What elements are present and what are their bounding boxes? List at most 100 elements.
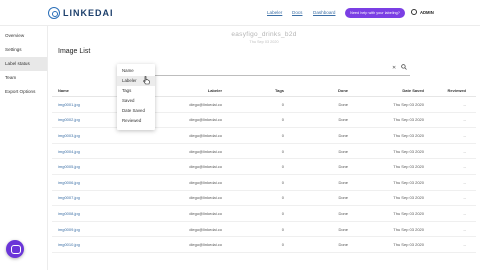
table-row[interactable]: img0010.jpg diego@linkedai.co 0 Done Thu Sep… bbox=[52, 237, 476, 253]
date-saved-cell: Thu Sep 03 2020 bbox=[393, 179, 424, 185]
tags-cell: 0 bbox=[281, 179, 284, 185]
hand-cursor-icon bbox=[143, 76, 150, 85]
image-name-link[interactable]: img0007.jpg bbox=[52, 195, 132, 200]
done-cell: Done bbox=[338, 195, 348, 201]
top-bar: LINKEDAI Labeler Docs Dashboard Need hel… bbox=[0, 0, 480, 26]
sidebar-item-label-status[interactable]: Label status bbox=[0, 57, 47, 71]
labeler-cell: diego@linkedai.co bbox=[189, 210, 222, 216]
table-row[interactable]: img0005.jpg diego@linkedai.co 0 Done Thu Sep… bbox=[52, 159, 476, 175]
labeler-cell: diego@linkedai.co bbox=[189, 164, 222, 170]
table-row[interactable]: img0001.jpg diego@linkedai.co 0 Done Thu Sep… bbox=[52, 97, 476, 113]
dropdown-option-tags[interactable]: Tags bbox=[117, 86, 155, 96]
image-name-link[interactable]: img0010.jpg bbox=[52, 242, 132, 247]
date-saved-cell: Thu Sep 03 2020 bbox=[393, 164, 424, 170]
done-cell: Done bbox=[338, 242, 348, 248]
tags-cell: 0 bbox=[281, 164, 284, 170]
sidebar-item-settings[interactable]: Settings bbox=[0, 43, 47, 57]
dataset-date: Thu Sep 03 2020 bbox=[249, 40, 279, 44]
image-name-link[interactable]: img0003.jpg bbox=[52, 133, 132, 138]
labeler-cell: diego@linkedai.co bbox=[189, 179, 222, 185]
table-row[interactable]: img0004.jpg diego@linkedai.co 0 Done Thu Sep… bbox=[52, 144, 476, 160]
tags-cell: 0 bbox=[281, 195, 284, 201]
user-name: ADMIN bbox=[420, 9, 434, 15]
search-icon[interactable] bbox=[401, 64, 407, 70]
done-cell: Done bbox=[338, 179, 348, 185]
done-cell: Done bbox=[338, 210, 348, 216]
image-name-link[interactable]: img0008.jpg bbox=[52, 211, 132, 216]
nav-dashboard-link[interactable]: Dashboard bbox=[313, 10, 335, 15]
dropdown-option-name[interactable]: Name bbox=[117, 66, 155, 76]
nav-docs-link[interactable]: Docs bbox=[292, 10, 302, 15]
date-saved-cell: Thu Sep 03 2020 bbox=[393, 101, 424, 107]
image-name-link[interactable]: img0009.jpg bbox=[52, 227, 132, 232]
labeler-cell: diego@linkedai.co bbox=[189, 148, 222, 154]
reviewed-cell: -- bbox=[463, 164, 466, 170]
reviewed-cell: -- bbox=[463, 195, 466, 201]
date-saved-cell: Thu Sep 03 2020 bbox=[393, 226, 424, 232]
tags-cell: 0 bbox=[281, 132, 284, 138]
filter-field-dropdown: Name Labeler Tags Saved Date Saved Revie… bbox=[117, 64, 155, 130]
image-name-link[interactable]: img0004.jpg bbox=[52, 149, 132, 154]
linkedai-logo-icon bbox=[48, 7, 60, 19]
dropdown-option-saved[interactable]: Saved bbox=[117, 96, 155, 106]
tags-cell: 0 bbox=[281, 101, 284, 107]
filter-input[interactable] bbox=[117, 75, 410, 76]
tags-cell: 0 bbox=[281, 117, 284, 123]
date-saved-cell: Thu Sep 03 2020 bbox=[393, 242, 424, 248]
user-menu[interactable]: ADMIN bbox=[411, 9, 434, 15]
dropdown-option-reviewed[interactable]: Reviewed bbox=[117, 116, 155, 126]
column-header-done[interactable]: Done bbox=[284, 88, 348, 93]
date-saved-cell: Thu Sep 03 2020 bbox=[393, 195, 424, 201]
tags-cell: 0 bbox=[281, 210, 284, 216]
page-title: Image List bbox=[58, 48, 91, 55]
table-row[interactable]: img0003.jpg diego@linkedai.co 0 Done Thu Sep… bbox=[52, 128, 476, 144]
logo-text: LINKEDAI bbox=[63, 8, 114, 18]
reviewed-cell: -- bbox=[463, 242, 466, 248]
chat-icon[interactable] bbox=[6, 240, 24, 258]
column-header-date-saved[interactable]: Date Saved bbox=[348, 88, 424, 93]
help-button[interactable]: Need help with your labeling? bbox=[345, 8, 405, 18]
date-saved-cell: Thu Sep 03 2020 bbox=[393, 117, 424, 123]
tags-cell: 0 bbox=[281, 148, 284, 154]
date-saved-cell: Thu Sep 03 2020 bbox=[393, 132, 424, 138]
reviewed-cell: -- bbox=[463, 148, 466, 154]
labeler-cell: diego@linkedai.co bbox=[189, 132, 222, 138]
reviewed-cell: -- bbox=[463, 179, 466, 185]
done-cell: Done bbox=[338, 101, 348, 107]
sidebar-item-export-options[interactable]: Export Options bbox=[0, 85, 47, 99]
table-row[interactable]: img0002.jpg diego@linkedai.co 0 Done Thu Sep… bbox=[52, 113, 476, 129]
reviewed-cell: -- bbox=[463, 226, 466, 232]
table-row[interactable]: img0006.jpg diego@linkedai.co 0 Done Thu Sep… bbox=[52, 175, 476, 191]
labeler-cell: diego@linkedai.co bbox=[189, 195, 222, 201]
done-cell: Done bbox=[338, 164, 348, 170]
column-header-reviewed[interactable]: Reviewed bbox=[424, 88, 472, 93]
date-saved-cell: Thu Sep 03 2020 bbox=[393, 210, 424, 216]
table-row[interactable]: img0008.jpg diego@linkedai.co 0 Done Thu Sep… bbox=[52, 206, 476, 222]
labeler-cell: diego@linkedai.co bbox=[189, 242, 222, 248]
done-cell: Done bbox=[338, 132, 348, 138]
reviewed-cell: -- bbox=[463, 132, 466, 138]
sidebar-item-team[interactable]: Team bbox=[0, 71, 47, 85]
tags-cell: 0 bbox=[281, 242, 284, 248]
dataset-name: easyfigo_drinks_b2d bbox=[231, 31, 297, 38]
done-cell: Done bbox=[338, 148, 348, 154]
reviewed-cell: -- bbox=[463, 117, 466, 123]
image-name-link[interactable]: img0005.jpg bbox=[52, 164, 132, 169]
nav-labeler-link[interactable]: Labeler bbox=[267, 10, 282, 15]
column-header-tags[interactable]: Tags bbox=[222, 88, 284, 93]
table-row[interactable]: img0009.jpg diego@linkedai.co 0 Done Thu Sep… bbox=[52, 222, 476, 238]
labeler-cell: diego@linkedai.co bbox=[189, 226, 222, 232]
table-row[interactable]: img0007.jpg diego@linkedai.co 0 Done Thu Sep… bbox=[52, 191, 476, 207]
logo[interactable]: LINKEDAI bbox=[48, 7, 114, 19]
tags-cell: 0 bbox=[281, 226, 284, 232]
image-name-link[interactable]: img0006.jpg bbox=[52, 180, 132, 185]
done-cell: Done bbox=[338, 226, 348, 232]
date-saved-cell: Thu Sep 03 2020 bbox=[393, 148, 424, 154]
done-cell: Done bbox=[338, 117, 348, 123]
close-icon[interactable]: ✕ bbox=[392, 65, 396, 71]
sidebar: Overview Settings Label status Team Expo… bbox=[0, 26, 48, 270]
image-table: Name Labeler Tags Done Date Saved Review… bbox=[52, 85, 476, 253]
user-icon bbox=[411, 9, 417, 15]
dropdown-option-date-saved[interactable]: Date Saved bbox=[117, 106, 155, 116]
reviewed-cell: -- bbox=[463, 210, 466, 216]
